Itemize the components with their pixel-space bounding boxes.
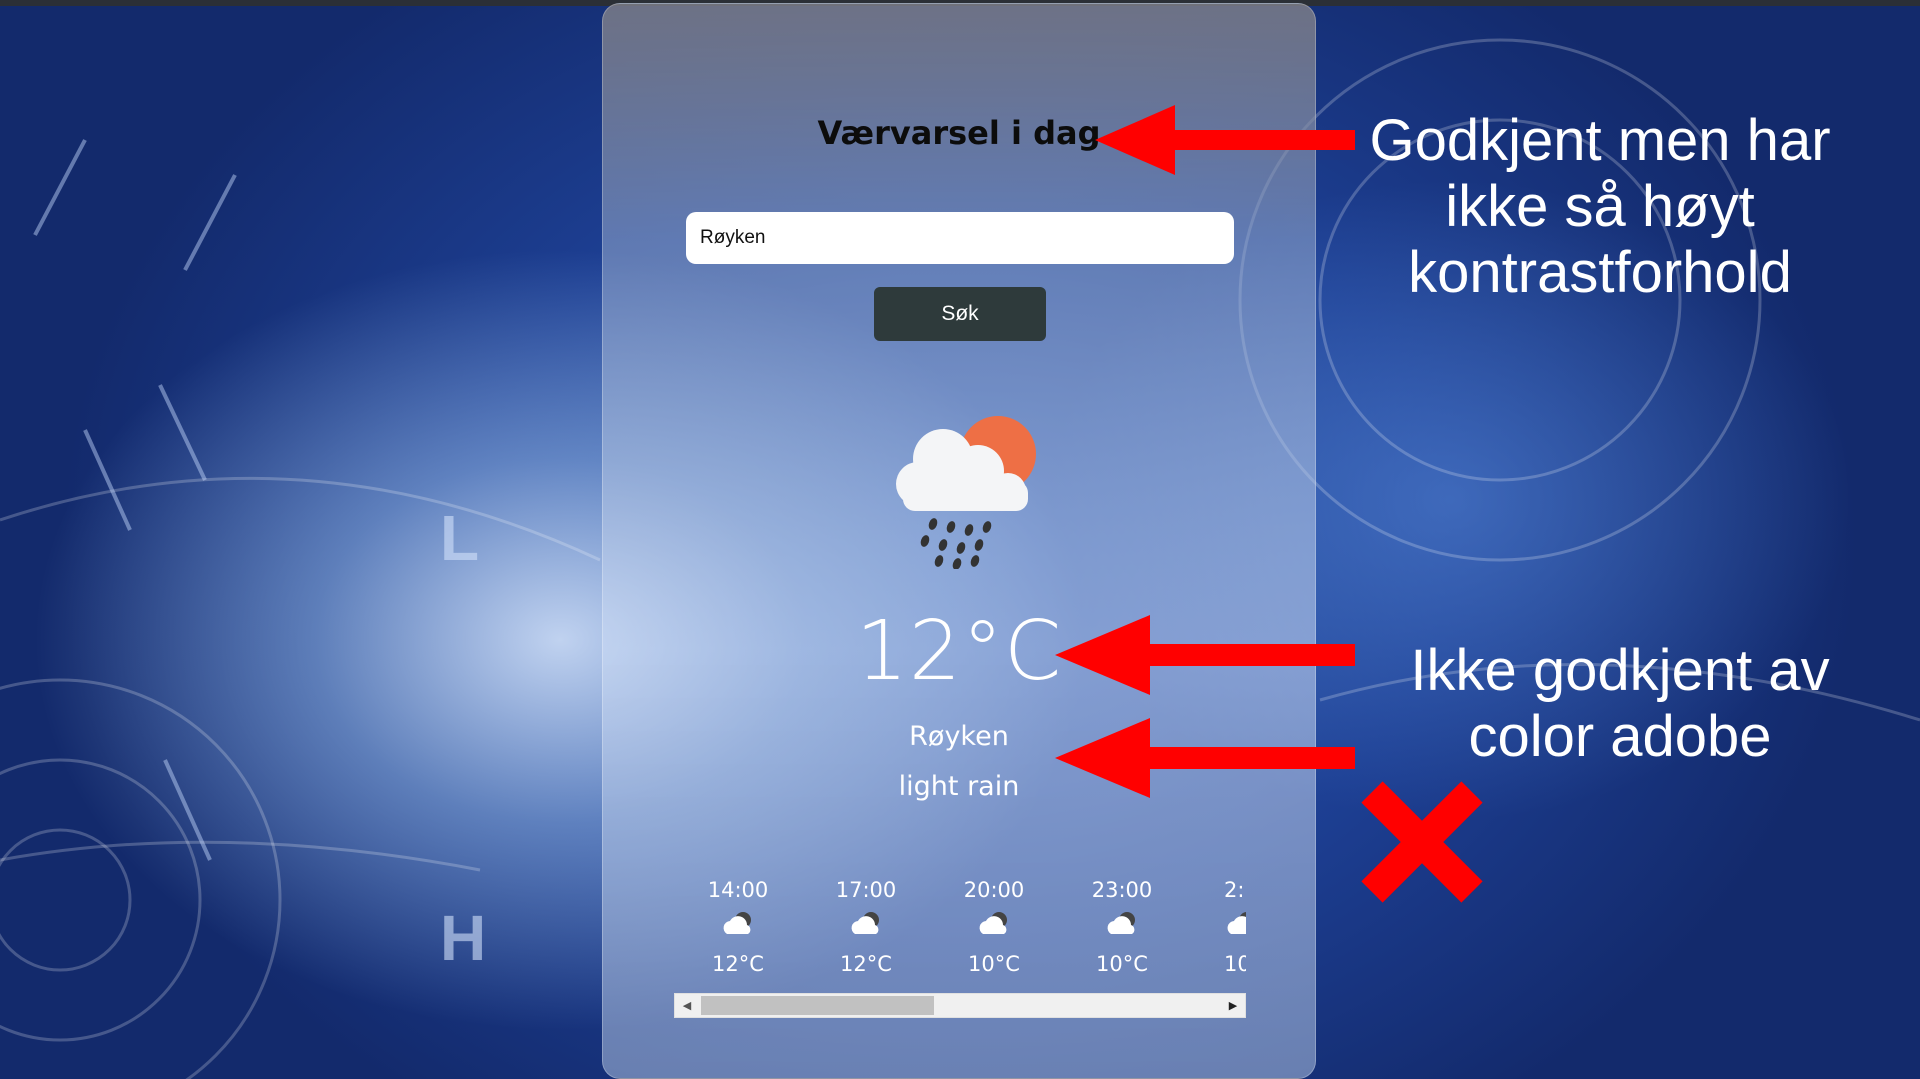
hourly-item: 14:00 12°C: [674, 874, 802, 976]
hour-temp: 12°C: [712, 952, 764, 976]
arrow-left-icon: [1055, 718, 1355, 798]
cloud-sun-icon: [979, 912, 1007, 934]
annotation-not-approved: Ikke godkjent av color adobe: [1410, 638, 1830, 769]
hour-time: 17:00: [835, 878, 897, 902]
svg-text:L: L: [440, 502, 479, 574]
scrollbar-thumb[interactable]: [701, 996, 934, 1015]
search-button[interactable]: Søk: [874, 287, 1046, 341]
cloud-sun-icon: [1227, 912, 1246, 934]
hourly-forecast[interactable]: 14:00 12°C 17:00 12°C 20:00 10°C 23:00 1…: [674, 874, 1246, 994]
hour-temp: 10°C: [968, 952, 1020, 976]
red-cross-icon: [1361, 781, 1483, 903]
cloud-sun-icon: [723, 912, 751, 934]
hourly-item: 23:00 10°C: [1058, 874, 1186, 976]
city-search-input[interactable]: [686, 212, 1234, 264]
hour-time: 23:00: [1091, 878, 1153, 902]
cloud-sun-icon: [851, 912, 879, 934]
arrow-left-icon: [1095, 105, 1355, 175]
scroll-left-arrow-icon[interactable]: ◀: [675, 994, 699, 1017]
hour-temp: 10: [1224, 952, 1246, 976]
hour-time: 14:00: [707, 878, 769, 902]
scroll-right-arrow-icon[interactable]: ▶: [1221, 994, 1245, 1017]
cloud-rain-sun-icon: [896, 416, 1036, 569]
hour-temp: 12°C: [840, 952, 892, 976]
hour-temp: 10°C: [1096, 952, 1148, 976]
hour-time: 20:00: [963, 878, 1025, 902]
arrow-left-icon: [1055, 615, 1355, 695]
annotation-approved: Godkjent men har ikke så høyt kontrastfo…: [1369, 108, 1831, 305]
hour-time: 2:: [1224, 878, 1245, 902]
horizontal-scrollbar[interactable]: ◀ ▶: [674, 993, 1246, 1018]
hourly-item: 17:00 12°C: [802, 874, 930, 976]
cloud-sun-icon: [1107, 912, 1135, 934]
hourly-item: 2: 10: [1186, 874, 1246, 976]
svg-text:H: H: [440, 902, 486, 974]
hourly-item: 20:00 10°C: [930, 874, 1058, 976]
